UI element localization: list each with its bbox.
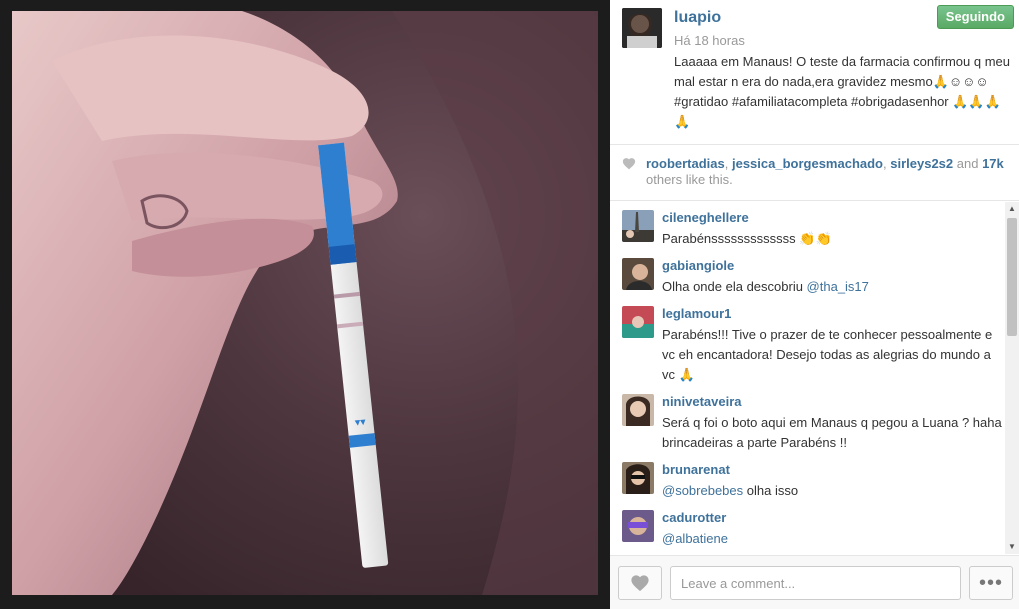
heart-icon xyxy=(631,575,649,592)
liker-link[interactable]: roobertadias xyxy=(646,156,725,171)
mention-link[interactable]: @sobrebebes xyxy=(662,483,743,498)
post-caption: Laaaaa em Manaus! O teste da farmacia co… xyxy=(674,54,1011,129)
avatar-image xyxy=(622,306,654,338)
ellipsis-icon[interactable]: ••• xyxy=(969,566,1013,600)
heart-icon xyxy=(622,158,636,170)
and-text: and xyxy=(953,156,983,171)
post-details-panel: luapio Há 18 horas Seguindo Laaaaa em Ma… xyxy=(610,0,1019,609)
pregnancy-test-photo: ▼▼ xyxy=(12,11,598,595)
comment-text: @sobrebebes olha isso xyxy=(662,481,1002,501)
liker-link[interactable]: jessica_borgesmachado xyxy=(732,156,883,171)
likes-count[interactable]: 17k xyxy=(982,156,1004,171)
likes-text: roobertadias, jessica_borgesmachado, sir… xyxy=(646,156,1011,188)
commenter-avatar[interactable] xyxy=(622,394,654,426)
avatar-image xyxy=(622,8,662,48)
comments-list[interactable]: cileneghellere Parabénsssssssssssss 👏👏 g… xyxy=(610,202,1019,554)
avatar-image xyxy=(622,510,654,542)
commenter-avatar[interactable] xyxy=(622,306,654,338)
comment-body: olha isso xyxy=(743,483,799,498)
commenter-username[interactable]: ninivetaveira xyxy=(662,394,742,409)
avatar-image xyxy=(622,258,654,290)
commenter-avatar[interactable] xyxy=(622,462,654,494)
comment-body: Olha onde ela descobriu xyxy=(662,279,807,294)
liker-link[interactable]: sirleys2s2 xyxy=(890,156,953,171)
post-timestamp: Há 18 horas xyxy=(674,33,745,48)
commenter-avatar[interactable] xyxy=(622,210,654,242)
post-header: luapio Há 18 horas Seguindo Laaaaa em Ma… xyxy=(610,0,1019,145)
avatar-image xyxy=(622,462,654,494)
commenter-avatar[interactable] xyxy=(622,510,654,542)
photo-pane: ▼▼ xyxy=(0,0,610,609)
scroll-down-arrow-icon[interactable]: ▼ xyxy=(1005,540,1019,554)
mention-link[interactable]: @tha_is17 xyxy=(807,279,869,294)
svg-text:▼▼: ▼▼ xyxy=(355,418,367,427)
owner-username[interactable]: luapio xyxy=(674,9,721,27)
scroll-thumb[interactable] xyxy=(1007,218,1017,336)
comment-text: Parabénsssssssssssss 👏👏 xyxy=(662,231,832,246)
others-text: others like this. xyxy=(646,172,733,187)
mention-link[interactable]: @albatiene xyxy=(662,531,728,546)
commenter-username[interactable]: gabiangiole xyxy=(662,258,734,273)
comment-footer: ••• xyxy=(610,555,1019,609)
separator: , xyxy=(724,156,732,171)
comment-text: Será q foi o boto aqui em Manaus q pegou… xyxy=(662,415,1002,450)
commenter-username[interactable]: cadurotter xyxy=(662,510,726,525)
commenter-avatar[interactable] xyxy=(622,258,654,290)
like-button[interactable] xyxy=(618,566,662,600)
comment-text: @albatiene xyxy=(662,529,1002,549)
likes-section: roobertadias, jessica_borgesmachado, sir… xyxy=(610,146,1019,201)
commenter-username[interactable]: leglamour1 xyxy=(662,306,731,321)
post-photo[interactable]: ▼▼ xyxy=(12,11,598,595)
comments-scrollbar[interactable]: ▲ ▼ xyxy=(1005,202,1019,554)
comment-text: Parabéns!!! Tive o prazer de te conhecer… xyxy=(662,327,993,382)
comment-text: Olha onde ela descobriu @tha_is17 xyxy=(662,277,1002,297)
commenter-username[interactable]: brunarenat xyxy=(662,462,730,477)
owner-avatar[interactable] xyxy=(622,8,662,48)
following-button[interactable]: Seguindo xyxy=(936,5,1014,29)
avatar-image xyxy=(622,394,654,426)
comment-input[interactable] xyxy=(670,566,961,600)
commenter-username[interactable]: cileneghellere xyxy=(662,210,749,225)
scroll-up-arrow-icon[interactable]: ▲ xyxy=(1005,202,1019,216)
avatar-image xyxy=(622,210,654,242)
